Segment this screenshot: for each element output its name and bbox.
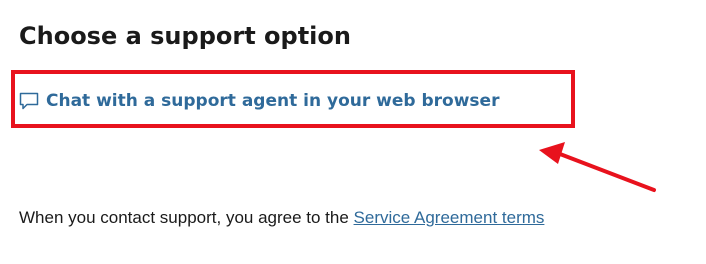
chat-bubble-icon bbox=[18, 90, 40, 112]
agreement-notice: When you contact support, you agree to t… bbox=[19, 205, 544, 231]
chat-link-label: Chat with a support agent in your web br… bbox=[46, 91, 500, 111]
service-agreement-link[interactable]: Service Agreement terms bbox=[354, 208, 545, 227]
chat-with-agent-link[interactable]: Chat with a support agent in your web br… bbox=[18, 88, 499, 114]
page-title: Choose a support option bbox=[19, 22, 351, 50]
agreement-text: When you contact support, you agree to t… bbox=[19, 208, 354, 227]
